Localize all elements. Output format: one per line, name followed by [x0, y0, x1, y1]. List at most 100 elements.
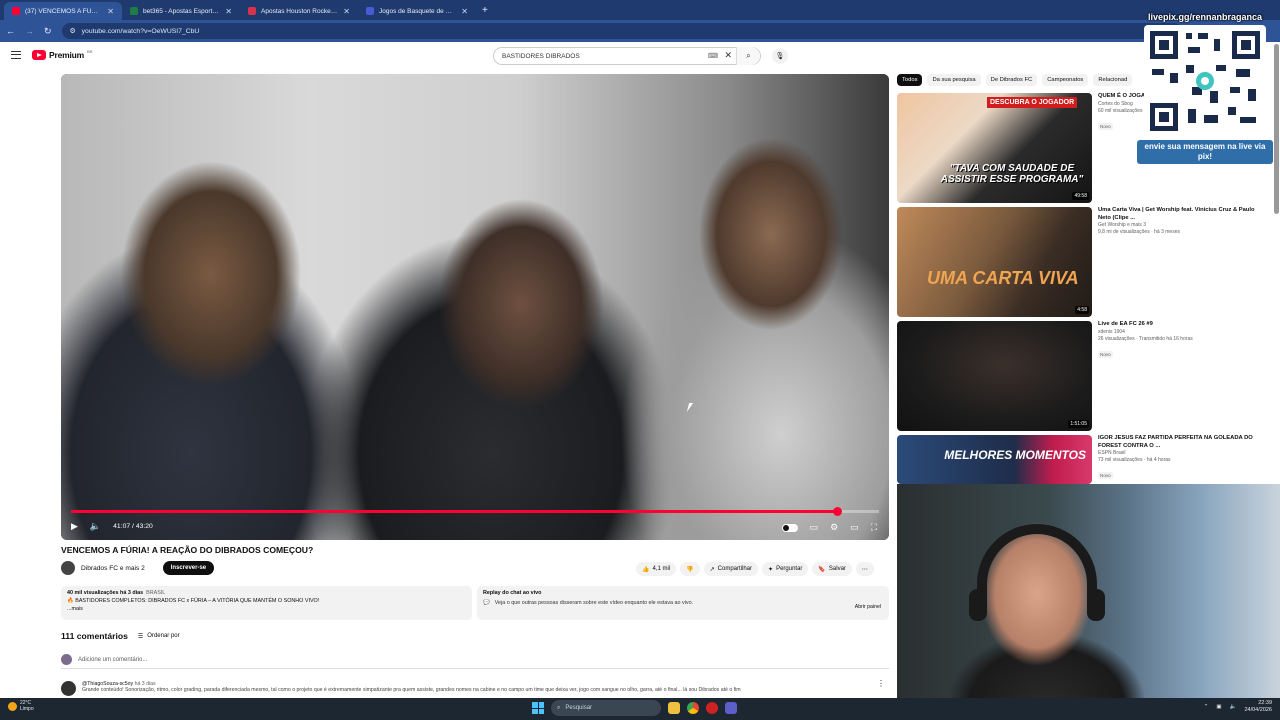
thumbs-up-icon: 👍 — [642, 566, 650, 573]
close-tab-icon[interactable]: ✕ — [343, 7, 350, 16]
channel-name[interactable]: Dibrados FC e mais 2 — [81, 565, 145, 572]
close-tab-icon[interactable]: ✕ — [225, 7, 232, 16]
clock[interactable]: 22:39 24/04/2026 — [1244, 700, 1272, 714]
duration-badge: 4:58 — [1075, 306, 1089, 314]
voice-search-button[interactable]: 🎙 — [772, 48, 788, 64]
save-button[interactable]: 🔖 Salvar — [812, 562, 852, 576]
weather-widget[interactable]: 22°C Limpo — [8, 700, 34, 712]
open-panel-button[interactable]: Abrir painel — [855, 604, 881, 610]
ask-button[interactable]: ✦ Perguntar — [762, 562, 809, 576]
chip-relacionados[interactable]: Relacionad — [1093, 74, 1133, 86]
recommendation-title[interactable]: IGOR JESUS FAZ PARTIDA PERFEITA NA GOLEA… — [1098, 435, 1258, 450]
dislike-button[interactable]: 👎 — [680, 562, 700, 576]
fullscreen-icon[interactable]: ⛶ — [871, 522, 877, 533]
recommendation-title[interactable]: Live de EA FC 26 #9 — [1098, 321, 1258, 329]
more-link[interactable]: ...mais — [67, 605, 466, 613]
search-input[interactable]: BASTIDORES DIBRADOS ⌨ ✕ ⌕ — [493, 47, 761, 65]
url-text: youtube.com/watch?v=OeWUSI7_CbU — [81, 27, 200, 35]
recommendation-channel[interactable]: ESPN Brasil — [1098, 450, 1258, 457]
theater-mode-icon[interactable]: ▭ — [850, 522, 859, 533]
chip-campeonatos[interactable]: Campeonatos — [1042, 74, 1089, 86]
new-badge: Novo — [1098, 350, 1113, 358]
teams-icon[interactable] — [725, 702, 737, 714]
bookmark-icon: 🔖 — [818, 566, 826, 573]
chat-replay-text: Veja o que outras pessoas disseram sobre… — [494, 600, 694, 606]
chip-todos[interactable]: Todos — [897, 74, 923, 86]
settings-icon[interactable]: ⚙ — [830, 522, 838, 533]
recommendation-channel[interactable]: xdenis 1904 — [1098, 329, 1258, 336]
recommendation-item[interactable]: UMA CARTA VIVA 4:58 Uma Carta Viva | Get… — [897, 207, 1277, 317]
chat-icon: 💬 — [483, 600, 490, 606]
tab-label: bet365 - Apostas Esportivas On — [143, 7, 220, 15]
clear-search-icon[interactable]: ✕ — [724, 50, 732, 61]
save-label: Salvar — [828, 566, 846, 572]
logo-text: Premium — [49, 50, 84, 60]
chip-de-dibrados[interactable]: De Dibrados FC — [985, 74, 1038, 86]
chip-da-sua-pesquisa[interactable]: Da sua pesquisa — [927, 74, 981, 86]
share-button[interactable]: ↗ Compartilhar — [703, 562, 759, 576]
comment-menu-icon[interactable]: ⋮ — [877, 679, 885, 688]
chrome-icon[interactable] — [687, 702, 699, 714]
tab-label: (37) VENCEMOS A FÚRIA! A RE — [25, 7, 103, 15]
search-value: BASTIDORES DIBRADOS — [502, 52, 580, 60]
subscribe-button[interactable]: Inscrever-se — [162, 561, 215, 575]
recommendation-thumbnail[interactable]: MELHORES MOMENTOS — [897, 435, 1092, 484]
recommendation-thumbnail[interactable]: DESCUBRA O JOGADOR "TAVA COM SAUDADE DE … — [897, 93, 1092, 203]
more-actions-button[interactable]: ⋯ — [855, 562, 874, 576]
more-horizontal-icon: ⋯ — [861, 566, 868, 573]
recommendation-item[interactable]: MELHORES MOMENTOS IGOR JESUS FAZ PARTIDA… — [897, 435, 1277, 484]
recommendation-title[interactable]: Uma Carta Viva | Get Worship feat. Vinic… — [1098, 207, 1258, 222]
keyboard-icon[interactable]: ⌨ — [708, 52, 718, 60]
channel-avatar[interactable] — [61, 561, 75, 575]
thumbnail-overlay-text: DESCUBRA O JOGADOR — [987, 97, 1078, 108]
site-info-icon[interactable]: ⚙ — [70, 27, 76, 35]
video-title: VENCEMOS A FÚRIA! A REAÇÃO DO DIBRADOS C… — [61, 545, 314, 555]
chat-replay-box: Replay do chat ao vivo 💬 Veja o que outra… — [477, 586, 889, 620]
tray-chevron-icon[interactable]: ⌃ — [1204, 704, 1209, 710]
new-badge: Novo — [1098, 122, 1113, 130]
description-box[interactable]: 40 mil visualizações há 3 dias BRASIL 🔥 … — [61, 586, 472, 620]
share-icon: ↗ — [709, 566, 715, 573]
windows-start-icon[interactable] — [532, 702, 544, 714]
close-tab-icon[interactable]: ✕ — [107, 7, 114, 16]
webcam-overlay — [897, 484, 1280, 700]
reload-icon[interactable]: ↻ — [44, 26, 52, 37]
user-avatar — [61, 654, 72, 665]
volume-icon[interactable]: 🔈 — [90, 521, 101, 532]
address-bar-row: ← → ↻ ⚙ youtube.com/watch?v=OeWUSI7_CbU — [0, 20, 1280, 42]
file-explorer-icon[interactable] — [668, 702, 680, 714]
search-icon: ⌕ — [746, 51, 751, 60]
recommendation-thumbnail[interactable]: UMA CARTA VIVA 4:58 — [897, 207, 1092, 317]
menu-icon[interactable] — [11, 51, 21, 59]
recommendation-item[interactable]: 1:51:05 Live de EA FC 26 #9 xdenis 1904 … — [897, 321, 1277, 431]
recommendation-channel[interactable]: Get Worship e mais 3 — [1098, 222, 1258, 229]
sort-button[interactable]: ☰ Ordenar por — [138, 633, 180, 640]
autoplay-toggle[interactable] — [781, 523, 798, 532]
video-player[interactable]: ▶ 🔈 41:07 / 43:20 ▭ ⚙ ▭ ⛶ — [61, 74, 889, 540]
new-tab-button[interactable]: + — [482, 5, 488, 16]
back-icon[interactable]: ← — [6, 26, 15, 36]
network-icon[interactable]: ▣ — [1216, 704, 1221, 710]
close-tab-icon[interactable]: ✕ — [461, 7, 468, 16]
volume-tray-icon[interactable]: 🔈 — [1230, 704, 1237, 710]
url-field[interactable]: ⚙ youtube.com/watch?v=OeWUSI7_CbU — [61, 23, 1182, 39]
add-comment-field[interactable]: Adicione um comentário... — [61, 654, 889, 669]
page-scrollbar[interactable] — [1274, 44, 1279, 214]
search-button[interactable]: ⌕ — [736, 47, 760, 65]
taskbar-search[interactable]: ⌕ Pesquisar — [551, 700, 661, 716]
tab-apostas-houston[interactable]: Apostas Houston Rockets x Los ✕ — [240, 2, 358, 20]
recommendation-thumbnail[interactable]: 1:51:05 — [897, 321, 1092, 431]
tab-jogos-basquete[interactable]: Jogos de Basquete de Hoje e R ✕ — [358, 2, 476, 20]
like-button[interactable]: 👍 4,1 mil — [636, 562, 677, 576]
commenter-avatar[interactable] — [61, 681, 76, 696]
forward-icon[interactable]: → — [25, 26, 34, 36]
video-actions: 👍 4,1 mil 👎 ↗ Compartilhar ✦ Perguntar 🔖 Sal… — [636, 562, 874, 576]
tab-bet365[interactable]: bet365 - Apostas Esportivas On ✕ — [122, 2, 240, 20]
youtube-premium-logo[interactable]: Premium BR — [32, 49, 93, 60]
app-icon[interactable] — [706, 702, 718, 714]
duration-badge: 1:51:05 — [1068, 420, 1089, 428]
play-icon[interactable]: ▶ — [71, 521, 78, 532]
tab-youtube[interactable]: (37) VENCEMOS A FÚRIA! A RE ✕ — [4, 2, 122, 20]
subtitles-icon[interactable]: ▭ — [810, 522, 819, 533]
livepix-message: envie sua mensagem na live via pix! — [1137, 140, 1273, 164]
